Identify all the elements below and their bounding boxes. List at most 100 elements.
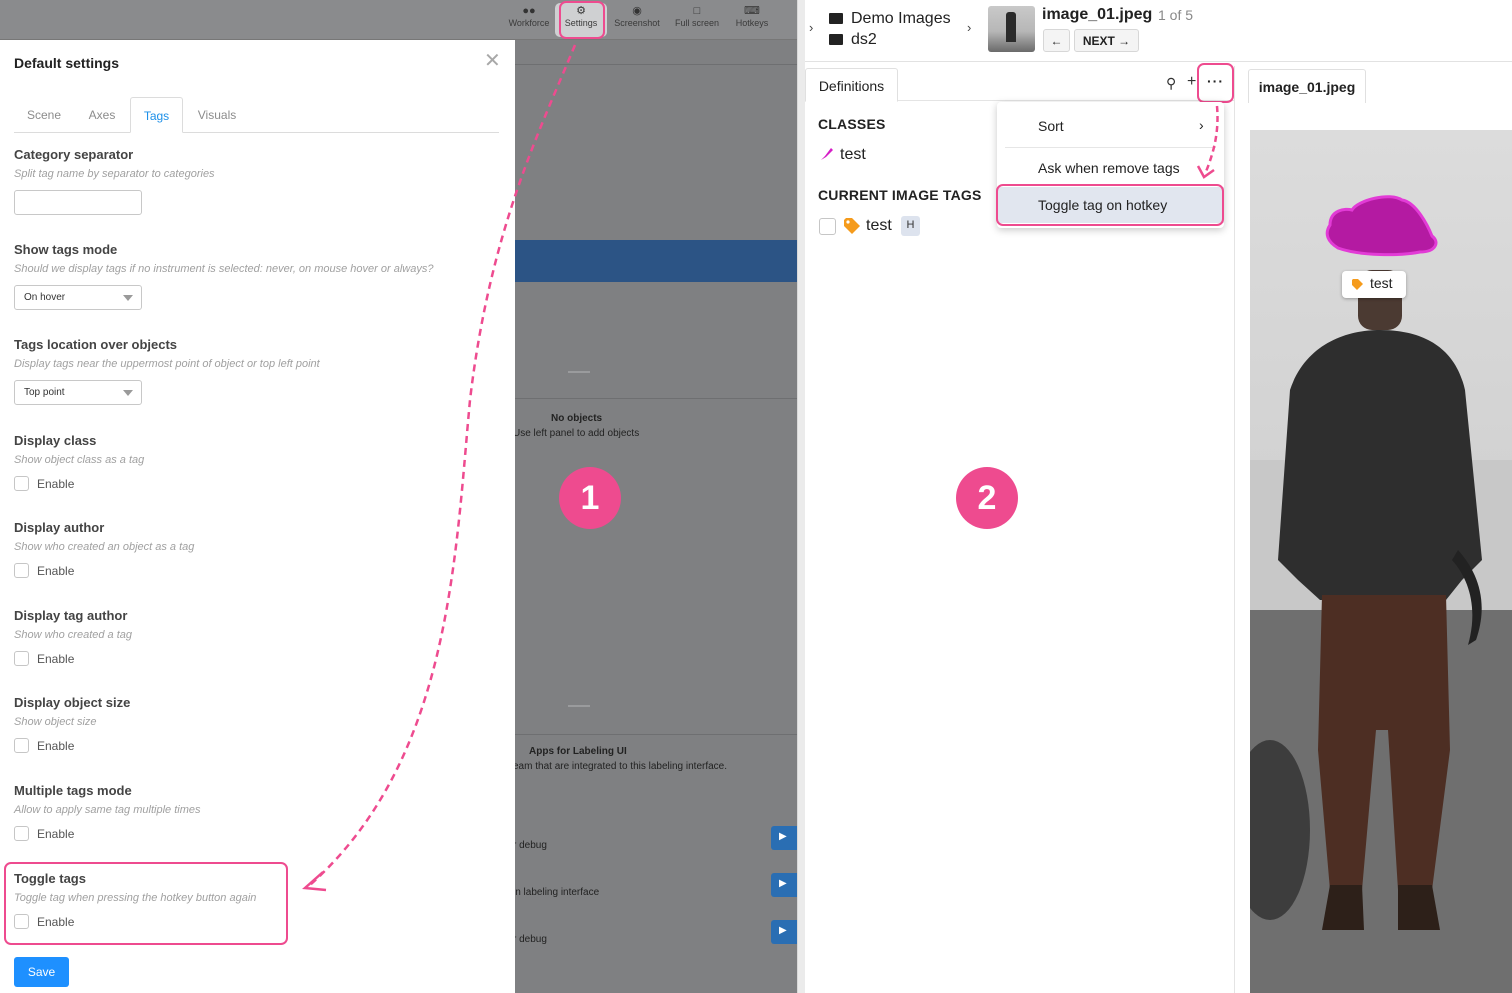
checkbox[interactable] xyxy=(14,476,29,491)
display-tag-author-desc: Show who created a tag xyxy=(14,629,133,641)
image-icon xyxy=(829,34,843,45)
toolbar-fullscreen[interactable]: □ Full screen xyxy=(667,4,727,28)
image-counter: 1 of 5 xyxy=(1158,7,1194,23)
no-objects-title: No objects xyxy=(551,413,603,424)
checkbox[interactable] xyxy=(14,563,29,578)
checkbox[interactable] xyxy=(14,738,29,753)
category-separator-input[interactable] xyxy=(14,190,142,215)
display-object-size-label: Display object size xyxy=(14,695,131,710)
tag-icon xyxy=(844,218,860,234)
app-run-button[interactable]: ▶ xyxy=(771,873,797,897)
brush-icon xyxy=(821,148,833,160)
toggle-menu-highlight xyxy=(996,184,1224,226)
dataset-name[interactable]: ds2 xyxy=(851,31,877,49)
hotkey-badge: H xyxy=(901,216,920,236)
apps-title: Apps for Labeling UI xyxy=(529,746,627,757)
app-run-button[interactable]: ▶ xyxy=(771,826,797,850)
display-author-label: Display author xyxy=(14,520,105,535)
menu-item-sort[interactable]: Sort › xyxy=(997,108,1224,144)
resize-handle[interactable] xyxy=(568,371,590,373)
more-button-highlight xyxy=(1197,63,1234,103)
show-tags-mode-select[interactable]: On hover xyxy=(14,285,142,310)
display-class-desc: Show object class as a tag xyxy=(14,454,145,466)
resize-handle[interactable] xyxy=(568,705,590,707)
checkbox[interactable] xyxy=(14,826,29,841)
image-thumbnail xyxy=(988,6,1035,52)
tab-axes[interactable]: Axes xyxy=(74,97,130,133)
labeling-toolbar: ●● Workforce ⚙ Settings ◉ Screenshot □ F… xyxy=(0,0,797,40)
tab-tags[interactable]: Tags xyxy=(130,97,183,133)
fullscreen-icon: □ xyxy=(693,5,701,17)
chevron-right-icon[interactable]: › xyxy=(809,20,813,35)
checkbox[interactable] xyxy=(14,651,29,666)
save-button[interactable]: Save xyxy=(14,957,69,987)
person-photo xyxy=(1250,195,1512,993)
default-settings-modal: Default settings ✕ Scene Axes Tags Visua… xyxy=(0,40,515,993)
definitions-tabbar: Definitions ⚲ + ··· xyxy=(805,66,1235,102)
settings-highlight xyxy=(559,1,605,39)
camera-icon: ◉ xyxy=(632,5,642,17)
toggle-tags-highlight xyxy=(4,862,288,945)
toolbar-hotkeys[interactable]: ⌨ Hotkeys xyxy=(722,4,782,28)
tab-definitions[interactable]: Definitions xyxy=(805,68,898,102)
tag-icon xyxy=(1352,279,1363,290)
image-canvas[interactable]: test xyxy=(1250,130,1512,993)
display-class-label: Display class xyxy=(14,433,97,448)
close-icon[interactable]: ✕ xyxy=(484,51,501,71)
no-objects-hint: Use left panel to add objects xyxy=(513,428,640,439)
tab-scene[interactable]: Scene xyxy=(14,97,74,133)
toolbar-screenshot[interactable]: ◉ Screenshot xyxy=(607,4,667,28)
app-row-label: r debug xyxy=(513,934,547,945)
settings-tabs: Scene Axes Tags Visuals xyxy=(14,97,499,133)
chevron-down-icon xyxy=(123,390,133,396)
tags-location-desc: Display tags near the uppermost point of… xyxy=(14,358,320,370)
display-object-size-desc: Show object size xyxy=(14,716,97,728)
display-tag-author-label: Display tag author xyxy=(14,608,128,623)
tag-checkbox[interactable] xyxy=(819,218,836,235)
app-row-label: r debug xyxy=(513,840,547,851)
chevron-right-icon: › xyxy=(967,20,972,35)
classes-header: CLASSES xyxy=(818,116,886,132)
image-header: › Demo Images ds2 › image_01.jpeg 1 of 5… xyxy=(805,0,1512,62)
project-name[interactable]: Demo Images xyxy=(851,10,951,28)
menu-divider xyxy=(1005,147,1216,148)
add-icon[interactable]: + xyxy=(1187,73,1196,91)
selected-row xyxy=(515,240,797,282)
chevron-right-icon: › xyxy=(1199,117,1204,133)
people-icon: ●● xyxy=(522,5,536,17)
toolbar-workforce[interactable]: ●● Workforce xyxy=(499,4,559,28)
step-badge-1: 1 xyxy=(559,467,621,529)
search-icon[interactable]: ⚲ xyxy=(1166,75,1176,92)
category-separator-desc: Split tag name by separator to categorie… xyxy=(14,168,215,180)
apps-hint: eam that are integrated to this labeling… xyxy=(513,761,728,772)
app-row-label: in labeling interface xyxy=(513,887,600,898)
modal-title: Default settings xyxy=(14,55,120,71)
show-tags-mode-label: Show tags mode xyxy=(14,242,118,257)
image-name: image_01.jpeg xyxy=(1042,6,1153,23)
tags-location-label: Tags location over objects xyxy=(14,337,178,352)
prev-button[interactable]: ← xyxy=(1043,29,1070,52)
tags-location-select[interactable]: Top point xyxy=(14,380,142,405)
next-button[interactable]: NEXT → xyxy=(1074,29,1139,52)
menu-item-ask-remove[interactable]: Ask when remove tags xyxy=(997,150,1224,186)
app-run-button[interactable]: ▶ xyxy=(771,920,797,944)
keyboard-icon: ⌨ xyxy=(744,5,760,17)
tag-name[interactable]: test xyxy=(866,217,892,235)
multiple-tags-mode-label: Multiple tags mode xyxy=(14,783,132,798)
class-name[interactable]: test xyxy=(840,146,866,164)
divider xyxy=(515,64,797,65)
labeling-tool-panel: › Demo Images ds2 › image_01.jpeg 1 of 5… xyxy=(805,0,1512,993)
settings-screenshot-panel: ●● Workforce ⚙ Settings ◉ Screenshot □ F… xyxy=(0,0,797,993)
divider xyxy=(515,734,797,735)
show-tags-mode-desc: Should we display tags if no instrument … xyxy=(14,263,434,275)
image-viewer: image_01.jpeg test xyxy=(1248,66,1512,993)
category-separator-label: Category separator xyxy=(14,147,134,162)
image-tags-header: CURRENT IMAGE TAGS xyxy=(818,187,982,203)
step-badge-2: 2 xyxy=(956,467,1018,529)
panel-divider xyxy=(797,0,805,993)
tab-image[interactable]: image_01.jpeg xyxy=(1248,69,1366,103)
multiple-tags-mode-desc: Allow to apply same tag multiple times xyxy=(14,804,201,816)
folder-icon xyxy=(829,13,843,24)
tab-visuals[interactable]: Visuals xyxy=(183,97,251,133)
chevron-down-icon xyxy=(123,295,133,301)
